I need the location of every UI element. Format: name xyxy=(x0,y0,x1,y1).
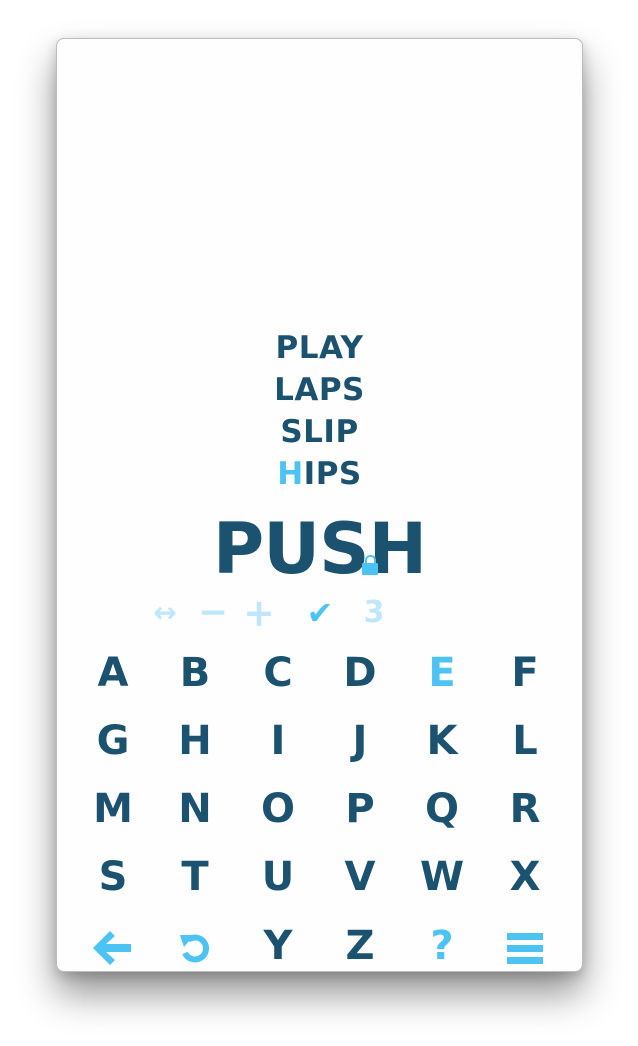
key-q[interactable]: Q xyxy=(407,779,477,839)
key-l[interactable]: L xyxy=(490,711,560,771)
plus-icon: + xyxy=(243,591,275,635)
key-a[interactable]: A xyxy=(78,643,148,703)
key-m[interactable]: M xyxy=(78,779,148,839)
remove-letter-button[interactable]: − xyxy=(193,595,233,631)
back-button[interactable] xyxy=(78,916,148,971)
word-history: PLAY LAPS SLIP HIPS xyxy=(57,327,582,495)
key-z[interactable]: Z xyxy=(325,916,395,971)
current-word-text: PUS xyxy=(212,508,370,590)
key-d[interactable]: D xyxy=(325,643,395,703)
key-v[interactable]: V xyxy=(325,847,395,907)
key-w[interactable]: W xyxy=(407,847,477,907)
history-word-2-text: LAPS xyxy=(274,372,365,408)
key-c[interactable]: C xyxy=(243,643,313,703)
swap-icon: ↔ xyxy=(153,596,177,629)
undo-button[interactable] xyxy=(160,916,230,971)
key-b[interactable]: B xyxy=(160,643,230,703)
history-word-4: HIPS xyxy=(57,453,582,495)
checkmark-icon: ✔ xyxy=(306,594,334,632)
menu-button[interactable] xyxy=(490,916,560,971)
game-window: PLAY LAPS SLIP HIPS PUSH ↔ − + ✔ 3 A B C… xyxy=(56,38,583,972)
history-word-3: SLIP xyxy=(57,411,582,453)
key-y[interactable]: Y xyxy=(243,916,313,971)
key-g[interactable]: G xyxy=(78,711,148,771)
history-word-2: LAPS xyxy=(57,369,582,411)
lock-icon xyxy=(362,555,379,575)
key-x[interactable]: X xyxy=(490,847,560,907)
key-o[interactable]: O xyxy=(243,779,313,839)
key-u[interactable]: U xyxy=(243,847,313,907)
help-button[interactable]: ? xyxy=(407,916,477,971)
history-word-3-text: SLIP xyxy=(280,414,359,450)
history-word-4-text: IPS xyxy=(303,456,362,492)
swap-letters-button[interactable]: ↔ xyxy=(145,595,185,631)
key-s[interactable]: S xyxy=(78,847,148,907)
help-icon: ? xyxy=(430,923,454,969)
key-j[interactable]: J xyxy=(325,711,395,771)
history-word-1: PLAY xyxy=(57,327,582,369)
key-i[interactable]: I xyxy=(243,711,313,771)
move-count-value: 3 xyxy=(363,595,385,630)
key-n[interactable]: N xyxy=(160,779,230,839)
current-word: PUSH xyxy=(57,509,582,589)
key-f[interactable]: F xyxy=(490,643,560,703)
minus-icon: − xyxy=(197,592,229,633)
menu-icon xyxy=(507,933,543,965)
history-word-1-text: PLAY xyxy=(275,330,364,366)
action-toolbar: ↔ − + ✔ 3 xyxy=(57,594,582,632)
key-e[interactable]: E xyxy=(407,643,477,703)
add-letter-button[interactable]: + xyxy=(239,594,279,632)
locked-letter[interactable]: H xyxy=(362,508,427,590)
move-count: 3 xyxy=(357,595,391,631)
key-r[interactable]: R xyxy=(490,779,560,839)
history-word-4-highlight: H xyxy=(277,456,304,492)
back-arrow-icon xyxy=(93,931,131,965)
key-t[interactable]: T xyxy=(160,847,230,907)
key-k[interactable]: K xyxy=(407,711,477,771)
key-h[interactable]: H xyxy=(160,711,230,771)
undo-icon xyxy=(180,934,210,963)
submit-word-button[interactable]: ✔ xyxy=(298,595,342,631)
key-p[interactable]: P xyxy=(325,779,395,839)
locked-letter-text: H xyxy=(368,508,427,590)
